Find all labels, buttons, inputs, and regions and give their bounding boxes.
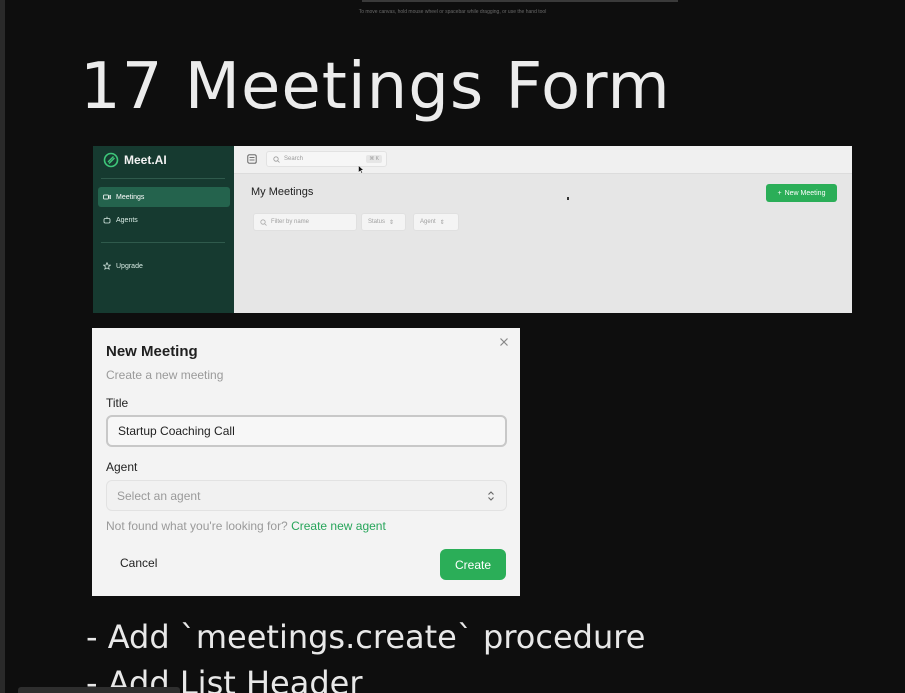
new-meeting-dialog: New Meeting Create a new meeting Title A… (92, 328, 520, 596)
search-input[interactable]: Search ⌘ K (266, 151, 387, 167)
status-filter-label: Status (368, 219, 386, 225)
title-input[interactable] (106, 415, 507, 447)
close-icon[interactable] (498, 336, 510, 348)
app-preview: Meet.AI Meetings Agents Upgrade Search ⌘… (93, 146, 852, 313)
bottom-tab (18, 687, 180, 693)
logo[interactable]: Meet.AI (103, 152, 167, 168)
search-shortcut: ⌘ K (366, 155, 382, 163)
not-found-hint: Not found what you're looking for? Creat… (106, 519, 386, 533)
chevrons-up-down-icon: ⇕ (439, 219, 445, 226)
agent-select[interactable]: Select an agent (106, 480, 507, 511)
new-meeting-label: New Meeting (784, 189, 826, 197)
video-icon (103, 194, 111, 200)
sidebar-item-label: Meetings (116, 193, 145, 201)
agent-filter-label: Agent (420, 219, 436, 225)
mouse-cursor-icon (358, 165, 364, 174)
agent-select-placeholder: Select an agent (117, 488, 201, 503)
sidebar-item-agents[interactable]: Agents (98, 210, 230, 230)
agent-filter[interactable]: Agent ⇕ (413, 213, 459, 231)
sidebar-toggle-icon[interactable] (247, 154, 257, 164)
cancel-button[interactable]: Cancel (120, 556, 157, 570)
stray-cursor-mark (567, 197, 569, 200)
logo-icon (103, 152, 119, 168)
search-icon (260, 218, 267, 226)
logo-text: Meet.AI (124, 153, 167, 167)
star-icon (103, 262, 111, 270)
dialog-subtitle: Create a new meeting (106, 368, 224, 382)
sidebar-divider (101, 178, 225, 179)
sidebar-divider (101, 242, 225, 243)
create-button[interactable]: Create (440, 549, 506, 580)
page-title: My Meetings (251, 186, 314, 198)
dialog-title: New Meeting (106, 343, 198, 360)
sidebar-item-label: Agents (116, 216, 138, 224)
not-found-text: Not found what you're looking for? (106, 519, 288, 533)
status-filter[interactable]: Status ⇕ (361, 213, 406, 231)
agent-label: Agent (106, 460, 138, 474)
search-icon (273, 155, 280, 163)
slide-title: 17 Meetings Form (80, 50, 671, 124)
top-bar: Search ⌘ K (234, 146, 852, 174)
plus-icon: + (777, 189, 782, 197)
create-agent-link[interactable]: Create new agent (291, 519, 386, 533)
bot-icon (103, 216, 111, 224)
filter-name-placeholder: Filter by name (271, 219, 310, 225)
sidebar-item-label: Upgrade (116, 262, 143, 270)
bullet-item: - Add `meetings.create` procedure (86, 618, 646, 656)
canvas-left-edge (0, 0, 5, 693)
search-placeholder: Search (284, 156, 304, 162)
canvas-hint: To move canvas, hold mouse wheel or spac… (358, 9, 547, 15)
sidebar-item-upgrade[interactable]: Upgrade (98, 256, 230, 276)
title-label: Title (106, 396, 129, 410)
canvas-top-bar (362, 0, 678, 2)
sidebar: Meet.AI Meetings Agents Upgrade (93, 146, 234, 313)
new-meeting-button[interactable]: + New Meeting (766, 184, 837, 202)
chevrons-up-down-icon (488, 490, 494, 501)
filter-name-input[interactable]: Filter by name (253, 213, 357, 231)
chevrons-up-down-icon: ⇕ (389, 219, 395, 226)
sidebar-item-meetings[interactable]: Meetings (98, 187, 230, 207)
